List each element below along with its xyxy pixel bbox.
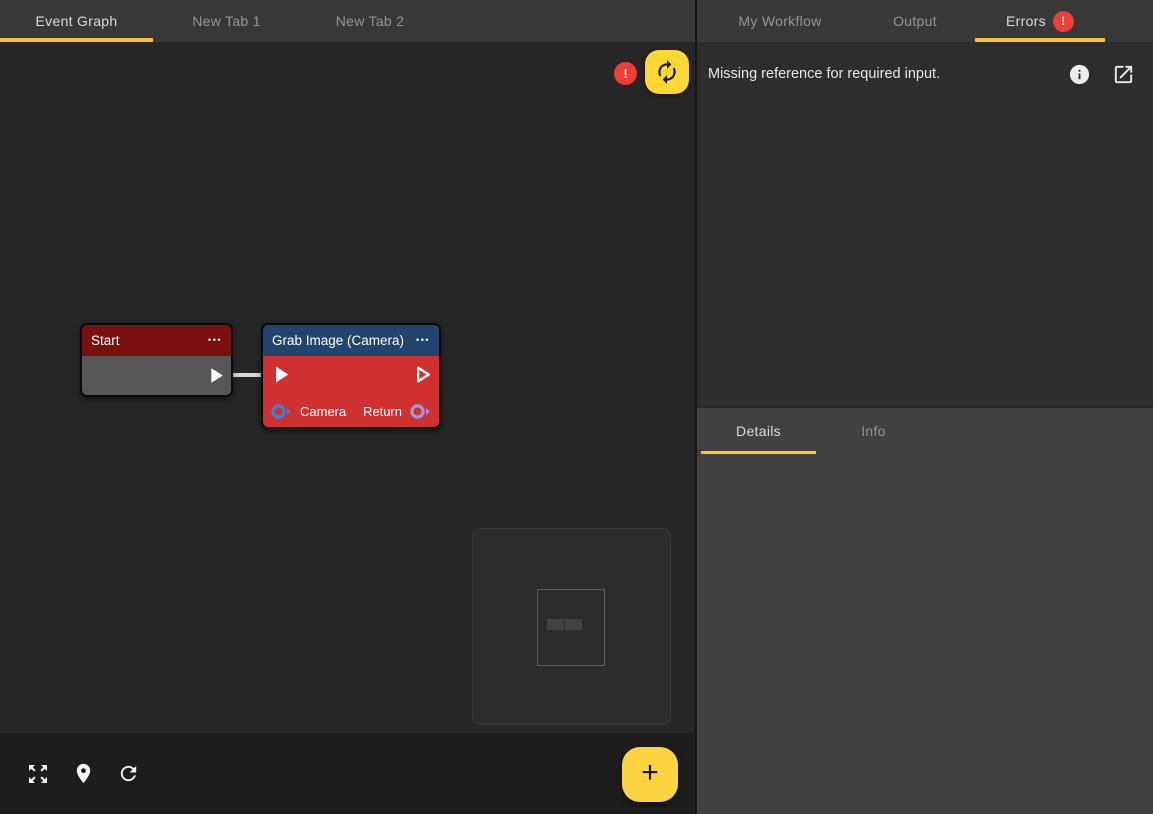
node-grab-pin-row: Camera Return: [263, 403, 439, 420]
node-graph-canvas[interactable]: ! Start •••: [0, 42, 695, 733]
tab-my-workflow-label: My Workflow: [738, 13, 821, 29]
tab-new-tab-1[interactable]: New Tab 1: [153, 0, 300, 42]
node-grab-image-camera[interactable]: Grab Image (Camera) •••: [261, 323, 441, 429]
error-list-item[interactable]: Missing reference for required input.: [697, 42, 1153, 91]
inspector-pane: My Workflow Output Errors ! Missing refe…: [697, 0, 1153, 814]
tab-new-tab-2-label: New Tab 2: [336, 13, 405, 29]
node-grab-title: Grab Image (Camera): [272, 333, 404, 348]
location-pin-icon: [72, 762, 95, 785]
exec-pin-filled-icon: [203, 363, 228, 388]
exec-wire-start-to-grab: [228, 373, 264, 377]
tab-new-tab-2[interactable]: New Tab 2: [300, 0, 440, 42]
center-graph-button[interactable]: [63, 754, 103, 794]
node-start-title: Start: [91, 333, 120, 348]
tab-details[interactable]: Details: [701, 408, 816, 454]
open-in-new-icon: [1112, 63, 1135, 86]
tab-details-label: Details: [736, 423, 781, 439]
node-grab-menu-button[interactable]: •••: [410, 336, 430, 345]
errors-count-badge: !: [1053, 11, 1074, 32]
workflow-editor-app: Event Graph New Tab 1 New Tab 2 !: [0, 0, 1153, 814]
details-content: [697, 454, 1153, 814]
fit-view-button[interactable]: [18, 754, 58, 794]
tab-event-graph-label: Event Graph: [36, 13, 118, 29]
node-grab-header: Grab Image (Camera) •••: [263, 325, 439, 356]
minimap-node-grab: [565, 619, 582, 630]
camera-pin-label: Camera: [300, 404, 346, 419]
add-node-button[interactable]: +: [622, 747, 678, 802]
badge-exclamation: !: [1061, 14, 1065, 28]
canvas-error-indicator: !: [614, 62, 637, 85]
camera-input-pin[interactable]: [270, 403, 293, 420]
tab-output[interactable]: Output: [855, 0, 975, 42]
refresh-graph-button[interactable]: [108, 754, 148, 794]
node-start-header: Start •••: [82, 325, 231, 356]
tab-errors-label: Errors: [1006, 13, 1046, 29]
error-exclamation: !: [623, 66, 627, 81]
return-pin-label: Return: [363, 404, 402, 419]
tab-new-tab-1-label: New Tab 1: [192, 13, 261, 29]
minimap-node-start: [547, 619, 564, 630]
graph-pane: Event Graph New Tab 1 New Tab 2 !: [0, 0, 697, 814]
error-actions: [1062, 57, 1140, 91]
exec-pin-filled-icon: [267, 361, 294, 388]
errors-panel: Missing reference for required input.: [697, 42, 1153, 406]
tab-errors[interactable]: Errors !: [975, 0, 1105, 42]
node-start-menu-button[interactable]: •••: [202, 336, 222, 345]
details-panel: Details Info: [697, 406, 1153, 814]
autorenew-icon: [654, 59, 680, 85]
tab-info-label: Info: [861, 423, 886, 439]
error-info-button[interactable]: [1062, 57, 1096, 91]
info-icon: [1068, 63, 1091, 86]
tab-output-label: Output: [893, 13, 937, 29]
node-grab-body: Camera Return: [263, 356, 439, 427]
node-grab-exec-output-pin[interactable]: [408, 361, 435, 393]
graph-minimap[interactable]: [472, 528, 671, 725]
sync-graph-button[interactable]: [645, 50, 689, 94]
exec-pin-outline-icon: [408, 361, 435, 388]
node-grab-exec-input-pin[interactable]: [267, 361, 294, 393]
details-tabbar: Details Info: [697, 408, 1153, 454]
node-start-exec-output-pin[interactable]: [203, 363, 228, 393]
return-output-pin[interactable]: [409, 403, 432, 420]
tab-my-workflow[interactable]: My Workflow: [705, 0, 855, 42]
error-message-text: Missing reference for required input.: [708, 66, 940, 82]
error-open-button[interactable]: [1106, 57, 1140, 91]
refresh-icon: [117, 762, 140, 785]
plus-icon: +: [641, 758, 659, 788]
tab-event-graph[interactable]: Event Graph: [0, 0, 153, 42]
inspector-tabbar: My Workflow Output Errors !: [697, 0, 1153, 42]
node-start[interactable]: Start •••: [80, 323, 233, 397]
graph-toolbar: +: [0, 733, 695, 814]
graph-tabbar: Event Graph New Tab 1 New Tab 2: [0, 0, 695, 42]
node-start-body: [82, 356, 231, 395]
zoom-out-map-icon: [26, 762, 50, 786]
tab-info[interactable]: Info: [816, 408, 931, 454]
